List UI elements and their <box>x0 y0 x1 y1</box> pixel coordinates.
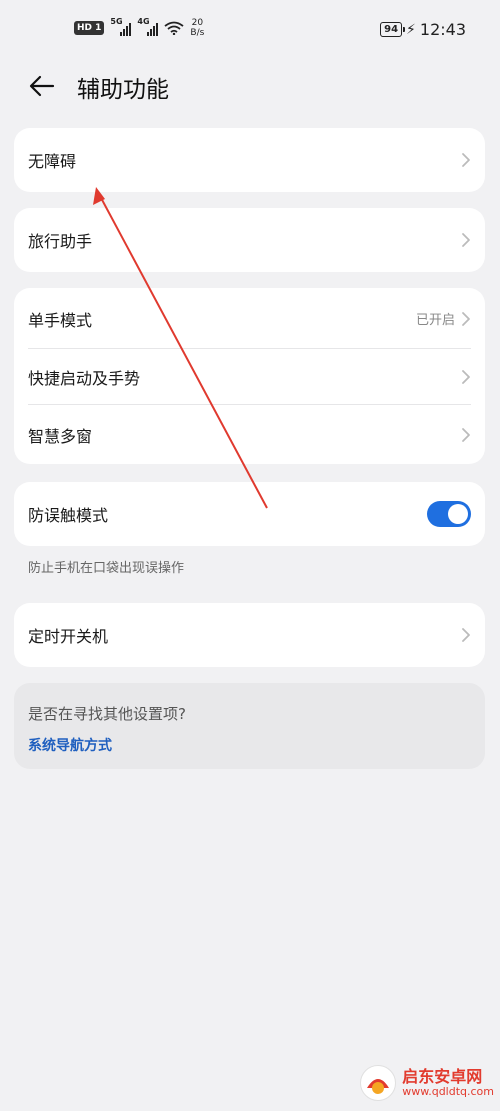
watermark-name: 启东安卓网 <box>402 1067 483 1087</box>
navigation-method-link[interactable]: 系统导航方式 <box>28 735 112 755</box>
row-label: 定时开关机 <box>28 627 109 646</box>
chevron-right-icon <box>462 153 470 167</box>
card-travel: 旅行助手 <box>14 208 485 272</box>
hd-label: HD <box>77 23 93 33</box>
chevron-right-icon <box>462 427 470 442</box>
signal-4g-icon: 4G <box>137 17 159 36</box>
charging-icon: ⚡ <box>406 21 416 38</box>
pocket-mode-toggle[interactable] <box>427 501 471 527</box>
card-gestures: 单手模式 已开启 快捷启动及手势 智慧多窗 <box>14 288 485 464</box>
suggestion-question: 是否在寻找其他设置项? <box>28 705 186 723</box>
network-type-1: 5G <box>110 17 123 26</box>
chevron-right-icon <box>462 370 470 384</box>
row-label: 防误触模式 <box>28 506 109 525</box>
signal-5g-icon: 5G <box>110 17 132 36</box>
pocket-mode-caption: 防止手机在口袋出现误操作 <box>28 561 185 576</box>
battery-icon: 94 <box>380 22 405 37</box>
hd-badge: HD 1 <box>74 21 105 35</box>
status-value: 已开启 <box>415 313 455 328</box>
status-left: HD 1 5G 4G 20 B/s <box>74 17 204 38</box>
row-label: 单手模式 <box>28 310 93 330</box>
battery-level: 94 <box>384 24 399 35</box>
watermark-logo-icon <box>360 1065 397 1101</box>
chevron-right-icon <box>462 311 470 326</box>
chevron-right-icon <box>462 628 470 642</box>
network-speed: 20 B/s <box>190 18 204 38</box>
row-pocket-mode: 防误触模式 <box>14 482 485 546</box>
watermark: 启东安卓网 www.qdldtq.com <box>360 1065 494 1101</box>
row-label: 快捷启动及手势 <box>28 369 141 388</box>
watermark-url: www.qdldtq.com <box>402 1084 494 1098</box>
row-scheduled-power[interactable]: 定时开关机 <box>14 603 485 667</box>
row-label: 无障碍 <box>28 152 77 171</box>
chevron-right-icon <box>462 233 470 247</box>
sim-number: 1 <box>95 23 102 33</box>
row-one-hand-mode[interactable]: 单手模式 已开启 <box>14 288 485 349</box>
clock: 12:43 <box>419 20 466 39</box>
back-arrow-icon[interactable] <box>28 72 56 100</box>
card-accessibility: 无障碍 <box>14 128 485 192</box>
card-scheduled-power: 定时开关机 <box>14 603 485 667</box>
row-accessibility[interactable]: 无障碍 <box>14 128 485 192</box>
row-label: 旅行助手 <box>28 232 93 251</box>
wifi-icon <box>164 21 184 35</box>
toggle-knob <box>448 504 468 524</box>
status-bar: HD 1 5G 4G 20 B/s 94 ⚡ 12:43 <box>0 0 500 62</box>
row-travel-assistant[interactable]: 旅行助手 <box>14 208 485 272</box>
speed-unit: B/s <box>190 28 205 38</box>
network-type-2: 4G <box>137 17 150 26</box>
status-right: 94 ⚡ 12:43 <box>380 20 466 39</box>
suggestion-panel: 是否在寻找其他设置项? 系统导航方式 <box>14 683 485 769</box>
page-title: 辅助功能 <box>77 77 169 103</box>
card-pocket-mode: 防误触模式 <box>14 482 485 546</box>
row-label: 智慧多窗 <box>28 426 93 446</box>
row-shortcuts-gestures[interactable]: 快捷启动及手势 <box>14 349 485 405</box>
speed-value: 20 <box>191 18 204 28</box>
watermark-text: 启东安卓网 www.qdldtq.com <box>402 1068 494 1098</box>
row-smart-multi-window[interactable]: 智慧多窗 <box>14 405 485 464</box>
app-header: 辅助功能 <box>0 60 500 110</box>
